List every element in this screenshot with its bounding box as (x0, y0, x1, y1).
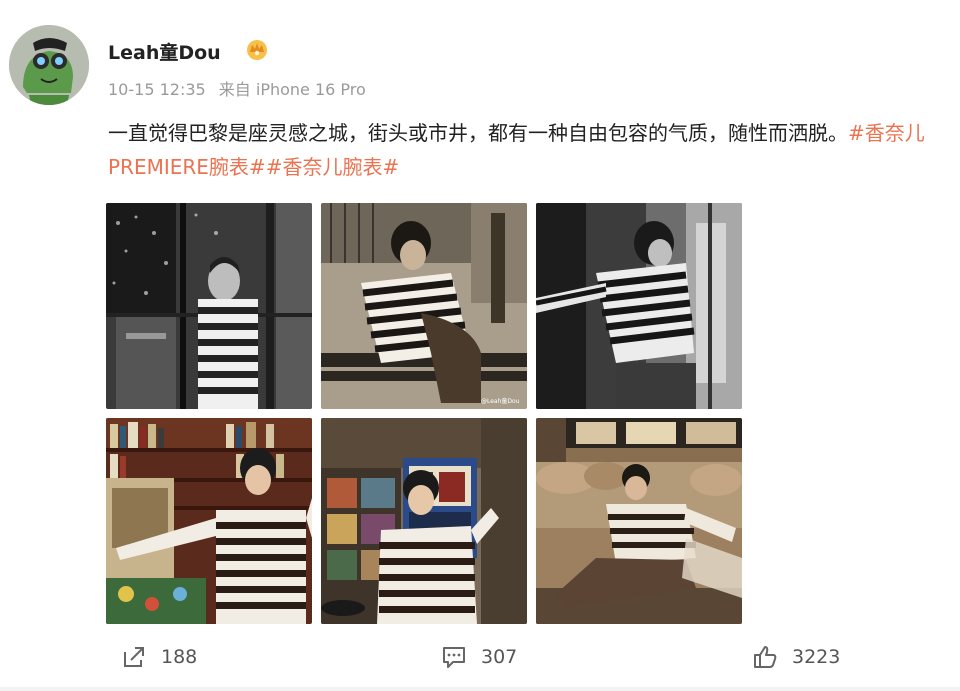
photo-watermark: @Leah童Dou (481, 397, 520, 405)
hashtag-link-2[interactable]: #香奈儿腕表# (266, 155, 400, 179)
crown-badge-icon[interactable] (244, 37, 270, 61)
avatar[interactable] (9, 25, 89, 105)
photo-2[interactable]: @Leah童Dou (321, 203, 527, 409)
like-count: 3223 (792, 646, 841, 668)
avatar-image (9, 25, 89, 105)
post-text: 一直觉得巴黎是座灵感之城，街头或市井，都有一种自由包容的气质，随性而洒脱。 #香奈… (108, 116, 938, 184)
photo-1[interactable] (106, 203, 312, 409)
post-source: 来自 iPhone 16 Pro (218, 80, 366, 99)
action-bar: 188 307 3223 (0, 636, 960, 676)
share-count: 188 (161, 646, 198, 668)
like-button[interactable]: 3223 (752, 642, 840, 672)
post-meta: 10-15 12:35 来自 iPhone 16 Pro (108, 76, 374, 100)
post-timestamp[interactable]: 10-15 12:35 (108, 80, 206, 99)
photo-5[interactable] (321, 418, 527, 624)
photo-3[interactable] (536, 203, 742, 409)
photo-4[interactable] (106, 418, 312, 624)
share-icon (124, 647, 144, 667)
post-body-text: 一直觉得巴黎是座灵感之城，街头或市井，都有一种自由包容的气质，随性而洒脱。 (108, 121, 848, 145)
photo-grid: @Leah童Dou (106, 203, 742, 625)
thumbs-up-icon (754, 646, 777, 668)
comment-count: 307 (481, 646, 518, 668)
share-button[interactable]: 188 (121, 642, 197, 672)
user-name[interactable]: Leah童Dou (108, 38, 221, 65)
photo-6[interactable] (536, 418, 742, 624)
divider (0, 687, 960, 691)
comment-icon (443, 647, 465, 668)
comment-button[interactable]: 307 (441, 642, 517, 672)
